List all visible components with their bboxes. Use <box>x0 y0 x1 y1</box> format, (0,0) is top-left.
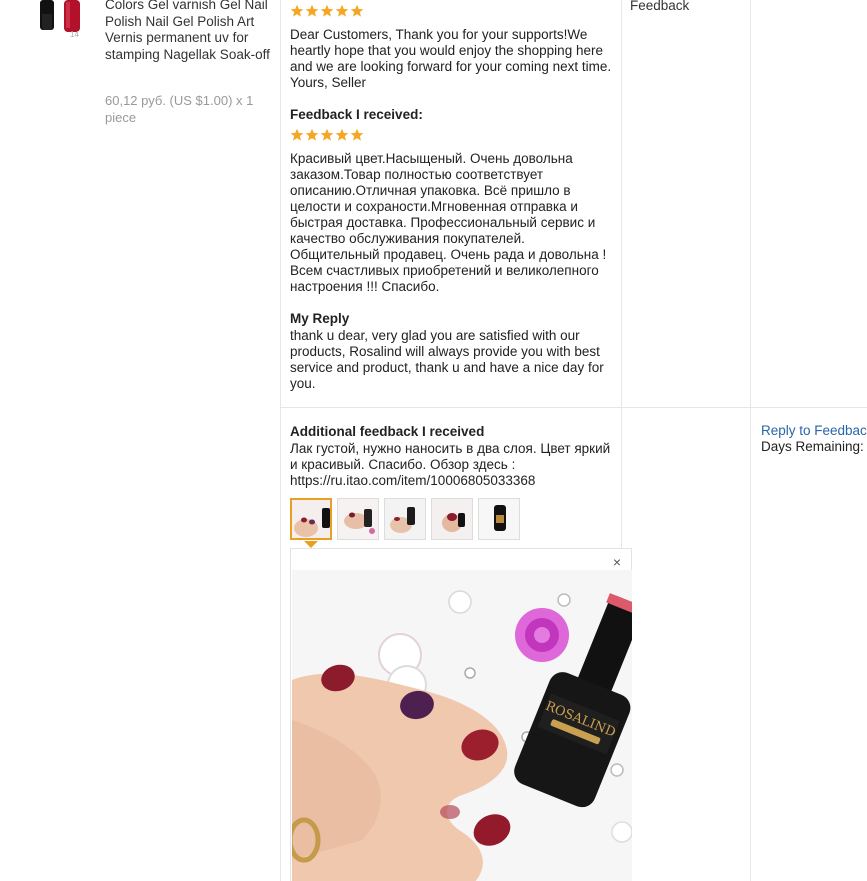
active-photo-pointer <box>304 541 318 548</box>
photo-preview-panel: × ROSALIND <box>290 548 632 881</box>
star-icon <box>335 4 349 18</box>
star-icon <box>290 128 304 142</box>
close-icon[interactable]: × <box>613 554 621 570</box>
star-icon <box>350 4 364 18</box>
star-icon <box>320 4 334 18</box>
column-divider <box>280 0 281 881</box>
photo-thumbnail[interactable] <box>384 498 426 540</box>
star-icon <box>305 4 319 18</box>
seller-rating-stars <box>290 4 364 20</box>
photo-thumbnail[interactable] <box>431 498 473 540</box>
star-icon <box>350 128 364 142</box>
photo-thumbnail[interactable] <box>290 498 332 540</box>
star-icon <box>290 4 304 18</box>
feedback-status-label: Feedback <box>630 0 690 13</box>
feedback-received-heading: Feedback I received: <box>290 107 423 122</box>
reply-to-feedback-link[interactable]: Reply to Feedback <box>761 423 867 438</box>
my-reply-heading: My Reply <box>290 311 350 326</box>
feedback-received-text: Красивый цвет.Насыщеный. Очень довольна … <box>290 151 607 294</box>
received-rating-stars <box>290 128 364 144</box>
product-price: 60,12 руб. (US $1.00) x 1 piece <box>105 93 254 125</box>
star-icon <box>320 128 334 142</box>
preview-photo[interactable]: ROSALIND <box>292 570 632 881</box>
days-remaining-label: Days Remaining: <box>761 439 864 454</box>
my-reply-text: thank u dear, very glad you are satisfie… <box>290 328 604 391</box>
photo-thumbnail[interactable] <box>478 498 520 540</box>
seller-message: Dear Customers, Thank you for your suppo… <box>290 27 612 90</box>
additional-feedback-text: Лак густой, нужно наносить в два слоя. Ц… <box>290 441 611 488</box>
star-icon <box>305 128 319 142</box>
product-thumbnail[interactable]: 14 <box>36 0 92 42</box>
additional-feedback-heading: Additional feedback I received <box>290 424 485 439</box>
product-title[interactable]: Colors Gel varnish Gel Nail Polish Nail … <box>105 0 275 63</box>
photo-thumbnail[interactable] <box>337 498 379 540</box>
photo-thumbnails <box>290 498 520 540</box>
star-icon <box>335 128 349 142</box>
row-divider <box>280 407 867 408</box>
column-divider <box>750 0 751 881</box>
thumb-badge: 14 <box>70 30 79 39</box>
